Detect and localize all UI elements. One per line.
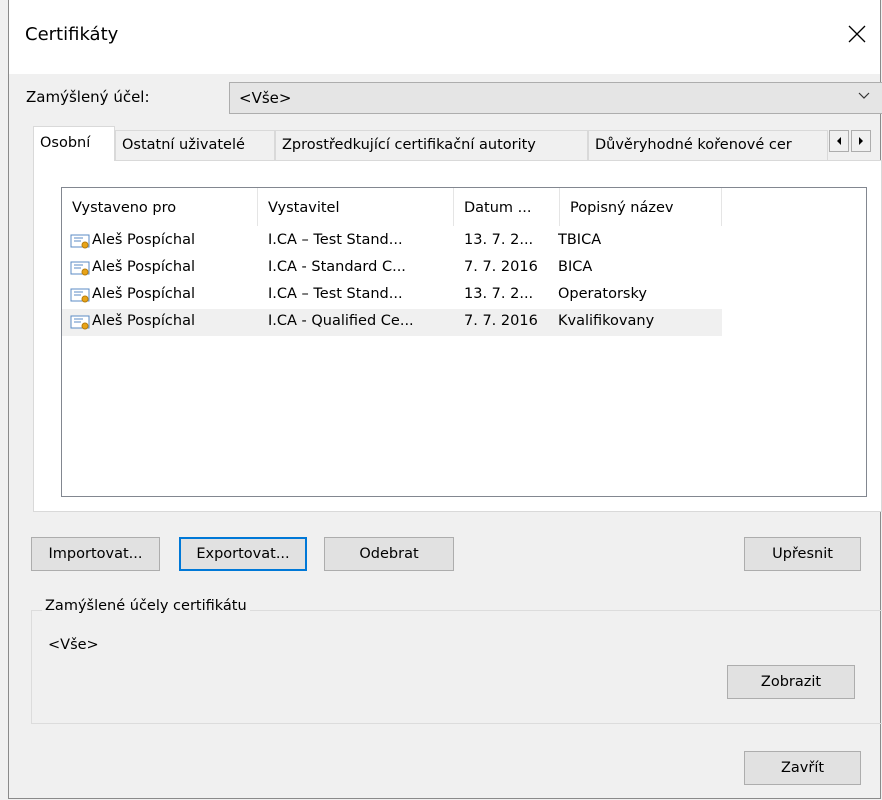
tab-scroll-right-button[interactable] [851, 130, 871, 152]
arrow-right-icon [859, 137, 863, 145]
column-header-issuer[interactable]: Vystavitel [258, 188, 454, 226]
table-row[interactable]: Aleš Pospíchal I.CA – Test Stand... 13. … [62, 228, 722, 255]
column-header-expiration-date[interactable]: Datum ... [454, 188, 560, 226]
column-header-label: Popisný název [570, 200, 674, 216]
column-header-label: Vystaveno pro [72, 200, 177, 216]
title-bar: Certifikáty [9, 0, 880, 74]
certificate-icon [70, 288, 90, 303]
tab-label: Ostatní uživatelé [122, 137, 245, 153]
tab-personal[interactable]: Osobní [33, 126, 115, 161]
date-cell: 7. 7. 2016 [464, 313, 538, 329]
issuer-cell: I.CA – Test Stand... [268, 286, 403, 302]
table-row[interactable]: Aleš Pospíchal I.CA - Qualified Ce... 7.… [62, 309, 722, 336]
certificate-icon [70, 315, 90, 330]
chevron-down-icon [858, 92, 870, 99]
window-title: Certifikáty [25, 24, 119, 45]
issued-to-cell: Aleš Pospíchal [92, 313, 195, 329]
certificate-list[interactable]: Vystaveno pro Vystavitel Datum ... Popis… [61, 187, 867, 497]
intended-purpose-label: Zamýšlený účel: [26, 88, 150, 106]
issuer-cell: I.CA - Standard C... [268, 259, 406, 275]
view-button[interactable]: Zobrazit [727, 665, 855, 699]
close-window-button[interactable] [834, 14, 880, 54]
friendly-name-cell: BICA [558, 259, 593, 275]
tab-other-people[interactable]: Ostatní uživatelé [115, 130, 275, 160]
issuer-cell: I.CA - Qualified Ce... [268, 313, 414, 329]
friendly-name-cell: Kvalifikovany [558, 313, 655, 329]
arrow-left-icon [837, 137, 841, 145]
tab-label: Zprostředkující certifikační autority [282, 137, 536, 153]
tab-scroll-left-button[interactable] [829, 130, 849, 152]
remove-button[interactable]: Odebrat [324, 537, 454, 571]
table-row[interactable]: Aleš Pospíchal I.CA - Standard C... 7. 7… [62, 255, 722, 282]
issued-to-cell: Aleš Pospíchal [92, 232, 195, 248]
certificates-dialog: Certifikáty Zamýšlený účel: <Vše> Osobní… [8, 0, 882, 799]
intended-purposes-value: <Vše> [48, 637, 99, 653]
date-cell: 7. 7. 2016 [464, 259, 538, 275]
intended-purpose-value: <Vše> [239, 89, 292, 107]
advanced-button[interactable]: Upřesnit [744, 537, 861, 571]
column-header-label: Vystavitel [268, 200, 340, 216]
certificate-icon [70, 234, 90, 249]
intended-purpose-dropdown[interactable]: <Vše> [229, 82, 882, 114]
issued-to-cell: Aleš Pospíchal [92, 286, 195, 302]
tab-strip: Osobní Ostatní uživatelé Zprostředkující… [33, 126, 882, 161]
tab-panel-personal: Vystaveno pro Vystavitel Datum ... Popis… [33, 160, 882, 512]
close-icon [848, 25, 866, 43]
tab-intermediate-cas[interactable]: Zprostředkující certifikační autority [275, 130, 588, 160]
issued-to-cell: Aleš Pospíchal [92, 259, 195, 275]
tab-trusted-root-cas[interactable]: Důvěryhodné kořenové cer [588, 130, 828, 160]
column-header-label: Datum ... [464, 200, 532, 216]
date-cell: 13. 7. 2... [464, 232, 534, 248]
friendly-name-cell: Operatorsky [558, 286, 647, 302]
import-button[interactable]: Importovat... [31, 537, 160, 571]
export-button[interactable]: Exportovat... [179, 537, 307, 571]
tab-label: Důvěryhodné kořenové cer [595, 137, 792, 153]
tab-label: Osobní [40, 135, 91, 151]
friendly-name-cell: TBICA [558, 232, 602, 248]
close-button[interactable]: Zavřít [744, 751, 861, 785]
intended-purposes-title: Zamýšlené účely certifikátu [42, 598, 250, 614]
date-cell: 13. 7. 2... [464, 286, 534, 302]
column-header-friendly-name[interactable]: Popisný název [560, 188, 722, 226]
column-header-issued-to[interactable]: Vystaveno pro [62, 188, 258, 226]
list-header: Vystaveno pro Vystavitel Datum ... Popis… [62, 188, 866, 226]
issuer-cell: I.CA – Test Stand... [268, 232, 403, 248]
table-row[interactable]: Aleš Pospíchal I.CA – Test Stand... 13. … [62, 282, 722, 309]
certificate-icon [70, 261, 90, 276]
